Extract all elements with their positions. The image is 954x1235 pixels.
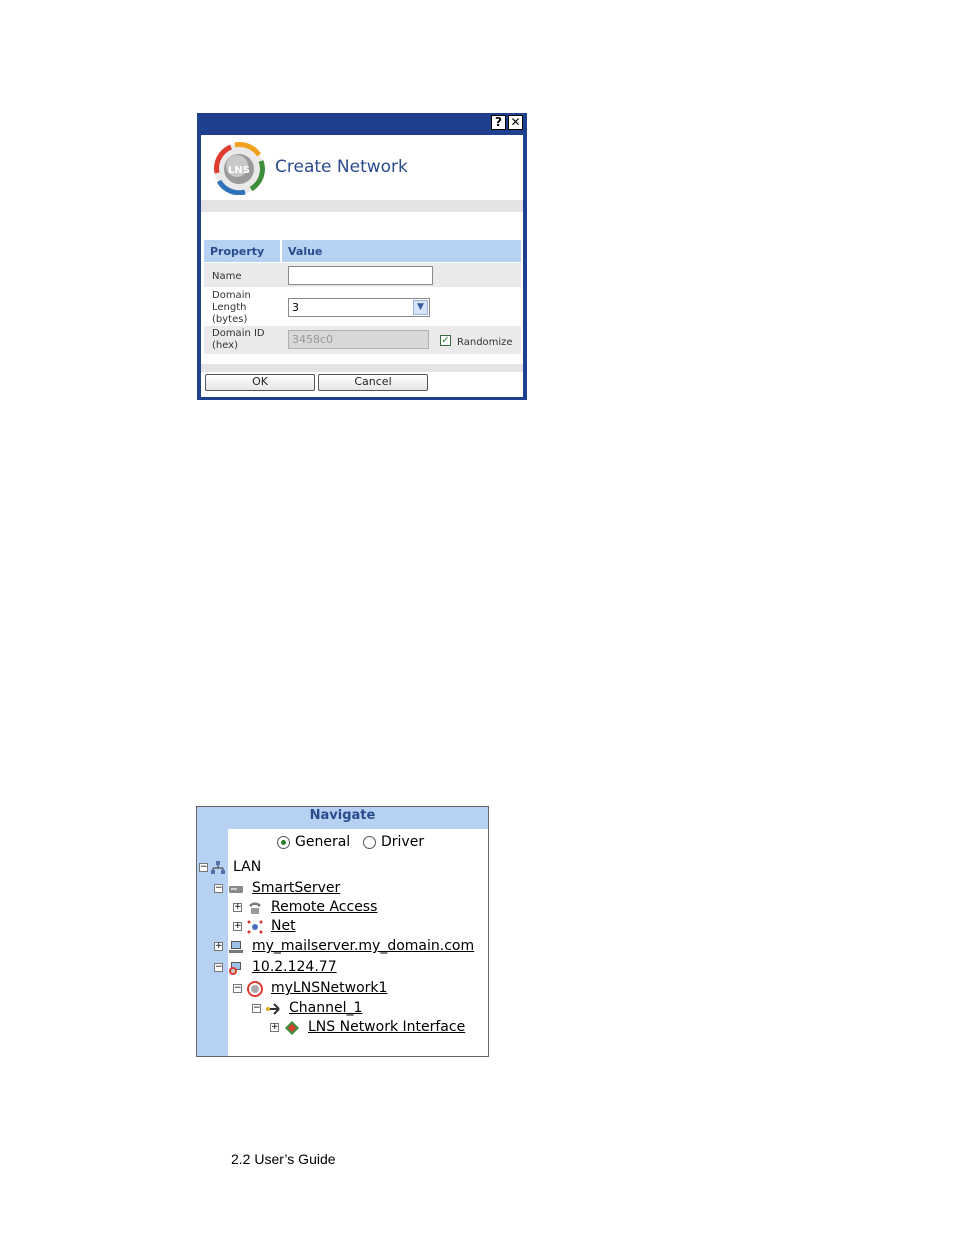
lan-icon [211, 861, 225, 874]
cancel-button[interactable]: Cancel [318, 374, 428, 391]
randomize-checkbox[interactable]: ✓ [440, 335, 451, 346]
grid-header: Property Value [204, 240, 521, 262]
tree-label-smartserver[interactable]: SmartServer [252, 880, 340, 896]
tree-label-lns-network[interactable]: myLNSNetwork1 [271, 980, 387, 996]
navigate-panel: Navigate General Driver − LAN − SmartSer… [196, 806, 489, 1057]
expand-icon[interactable]: + [214, 942, 223, 951]
domain-length-row: Domain Length (bytes) 3 ▼ [204, 288, 521, 325]
collapse-icon[interactable]: − [233, 984, 242, 993]
tree-label-ip[interactable]: 10.2.124.77 [252, 959, 337, 975]
general-radio[interactable] [277, 836, 290, 849]
navigate-header: Navigate [197, 807, 488, 829]
phone-icon [249, 902, 261, 914]
domain-length-label: Domain Length (bytes) [212, 290, 251, 325]
domain-id-row: Domain ID (hex) 3458c0 ✓ Randomize [204, 326, 521, 354]
driver-radio[interactable] [363, 836, 376, 849]
navigate-title: Navigate [309, 808, 376, 823]
collapse-icon[interactable]: − [214, 963, 223, 972]
tree-label-network-interface[interactable]: LNS Network Interface [308, 1019, 465, 1035]
logo-text: LNS [228, 165, 250, 176]
chevron-down-icon[interactable]: ▼ [413, 300, 428, 315]
domain-length-value: 3 [292, 301, 299, 314]
collapse-icon[interactable]: − [252, 1004, 261, 1013]
tree-label-remote-access[interactable]: Remote Access [271, 899, 377, 915]
tree-label-channel[interactable]: Channel_1 [289, 1000, 362, 1016]
expand-icon[interactable]: + [270, 1023, 279, 1032]
tree-label-net[interactable]: Net [271, 918, 296, 934]
expand-icon[interactable]: + [233, 922, 242, 931]
dialog-title: Create Network [275, 157, 408, 177]
domain-id-label: Domain ID (hex) [212, 328, 265, 351]
header-value: Value [288, 245, 323, 258]
driver-radio-label: Driver [381, 834, 425, 850]
name-row: Name [204, 263, 521, 287]
network-interface-icon [285, 1021, 299, 1035]
tree-label-lan: LAN [233, 859, 262, 875]
net-icon [247, 920, 263, 934]
domain-length-select[interactable]: 3 ▼ [288, 298, 430, 317]
lns-logo-icon: LNS [214, 142, 265, 195]
header-property: Property [210, 245, 265, 258]
domain-id-input: 3458c0 [288, 330, 429, 349]
dialog-titlebar[interactable]: ? ✕ [197, 113, 527, 133]
footer-band [201, 364, 523, 372]
expand-icon[interactable]: + [233, 903, 242, 912]
ok-button[interactable]: OK [205, 374, 315, 391]
name-input[interactable] [288, 266, 433, 285]
general-radio-label: General [295, 834, 351, 850]
close-button[interactable]: ✕ [508, 115, 523, 130]
separator-band [201, 200, 523, 212]
computer-icon [229, 941, 243, 953]
name-label: Name [212, 271, 242, 282]
lns-network-icon [247, 981, 263, 997]
lns-server-icon [229, 962, 241, 975]
randomize-label: Randomize [457, 337, 513, 348]
collapse-icon[interactable]: − [214, 884, 223, 893]
collapse-icon[interactable]: − [199, 863, 208, 872]
help-button[interactable]: ? [491, 115, 506, 130]
tree-label-mailserver[interactable]: my_mailserver.my_domain.com [252, 938, 474, 954]
dialog-body: LNS Create Network Property Value Name D… [201, 135, 523, 397]
page-footer: 2.2 User’s Guide [231, 1151, 336, 1167]
channel-icon [266, 1003, 280, 1015]
create-network-dialog: ? ✕ LNS Create Network Property Value Na… [197, 113, 527, 400]
smartserver-icon [229, 886, 243, 893]
